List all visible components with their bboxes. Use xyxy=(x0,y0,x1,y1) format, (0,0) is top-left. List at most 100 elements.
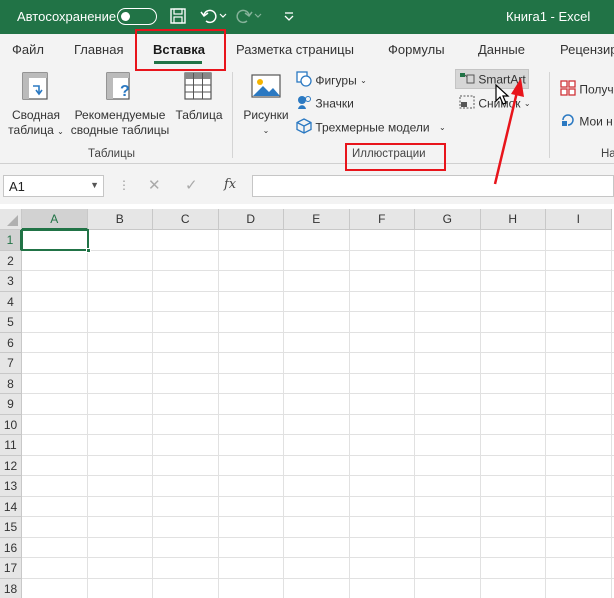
row-header[interactable]: 17 xyxy=(0,558,22,579)
row-header[interactable]: 16 xyxy=(0,537,22,558)
pivot-table-button[interactable]: Сводная таблица ⌄ xyxy=(8,108,64,139)
column-header[interactable]: H xyxy=(480,209,546,230)
drag-handle-icon[interactable]: ⋮ xyxy=(118,178,130,192)
icons-button[interactable]: Значки xyxy=(296,94,354,113)
customize-qat-icon[interactable] xyxy=(278,5,300,27)
row-header[interactable]: 11 xyxy=(0,435,22,456)
insert-function-icon[interactable]: fx xyxy=(224,177,236,192)
row-header[interactable]: 7 xyxy=(0,353,22,374)
column-header[interactable]: D xyxy=(218,209,284,230)
row-header[interactable]: 3 xyxy=(0,271,22,292)
row-header[interactable]: 10 xyxy=(0,414,22,435)
row-header[interactable]: 6 xyxy=(0,332,22,353)
highlight-box-insert-tab xyxy=(135,29,226,71)
row-header[interactable]: 18 xyxy=(0,578,22,598)
svg-text:?: ? xyxy=(120,83,130,100)
shapes-icon xyxy=(296,71,312,90)
grid-row-line xyxy=(22,434,614,435)
grid-row-line xyxy=(22,249,614,251)
table-button[interactable]: Таблица xyxy=(174,108,224,123)
row-header[interactable]: 5 xyxy=(0,312,22,333)
tab-formulas[interactable]: Формулы xyxy=(388,42,445,57)
tab-home[interactable]: Главная xyxy=(74,42,123,57)
grid-row-line xyxy=(22,393,614,394)
addins-store-icon xyxy=(560,80,576,99)
recommended-pivot-label-2: сводные таблицы xyxy=(70,123,170,137)
mouse-cursor-icon xyxy=(494,83,510,109)
3d-models-button[interactable]: Трехмерные модели ⌄ xyxy=(296,118,446,137)
grid-row-line xyxy=(22,495,614,497)
recommended-pivot-icon[interactable]: ? xyxy=(106,72,136,102)
tab-data[interactable]: Данные xyxy=(478,42,525,57)
column-header[interactable]: F xyxy=(349,209,415,230)
shapes-button[interactable]: Фигуры ⌄ xyxy=(296,71,367,90)
row-header[interactable]: 9 xyxy=(0,394,22,415)
pivot-table-label-1: Сводная xyxy=(11,108,61,122)
name-box-dropdown-icon[interactable]: ▼ xyxy=(90,180,99,190)
grid-row-line xyxy=(22,413,614,415)
get-addins-label: Получ xyxy=(579,82,614,97)
column-header[interactable]: A xyxy=(22,209,88,230)
tab-review[interactable]: Рецензир xyxy=(560,42,614,57)
select-all-corner[interactable] xyxy=(0,209,22,230)
screenshot-dropdown-icon: ⌄ xyxy=(523,99,531,108)
tab-page-layout[interactable]: Разметка страницы xyxy=(236,42,354,57)
ribbon: Сводная таблица ⌄ ? Рекомендуемые сводны… xyxy=(0,66,614,164)
smartart-button[interactable]: SmartArt xyxy=(459,71,526,88)
document-title: Книга1 - Excel xyxy=(506,9,591,24)
icons-label: Значки xyxy=(315,96,354,111)
row-header[interactable]: 8 xyxy=(0,373,22,394)
row-header[interactable]: 1 xyxy=(0,230,22,251)
save-icon[interactable] xyxy=(167,5,189,27)
grid-row-line xyxy=(22,331,614,333)
row-header[interactable]: 13 xyxy=(0,476,22,497)
shapes-label: Фигуры xyxy=(315,73,357,88)
title-bar: Автосохранение Книга1 - Excel xyxy=(0,0,614,34)
cancel-icon[interactable]: ✕ xyxy=(148,176,161,194)
group-separator xyxy=(549,72,550,158)
pictures-button[interactable]: Рисунки ⌄ xyxy=(236,108,296,138)
shapes-dropdown-icon: ⌄ xyxy=(360,76,367,85)
pictures-icon[interactable] xyxy=(251,74,281,100)
grid-row-line xyxy=(22,372,614,374)
column-header[interactable]: C xyxy=(153,209,219,230)
recommended-pivot-button[interactable]: Рекомендуемые сводные таблицы xyxy=(66,108,174,138)
row-header[interactable]: 15 xyxy=(0,517,22,538)
autosave-toggle[interactable] xyxy=(117,8,157,25)
highlight-box-illustrations xyxy=(345,143,446,171)
column-header[interactable]: B xyxy=(87,209,153,230)
grid-row-line xyxy=(22,290,614,292)
table-icon[interactable] xyxy=(184,72,212,102)
get-addins-button[interactable]: Получ xyxy=(560,80,614,99)
grid-row-line xyxy=(22,475,614,476)
pivot-table-icon[interactable] xyxy=(22,72,48,102)
redo-dropdown-icon[interactable] xyxy=(252,5,264,27)
tables-group-label: Таблицы xyxy=(88,148,135,160)
toggle-knob xyxy=(121,11,130,21)
row-header[interactable]: 2 xyxy=(0,250,22,271)
my-addins-button[interactable]: Мои н xyxy=(560,112,613,131)
column-header[interactable]: E xyxy=(284,209,350,230)
ribbon-tabs: Файл Главная Вставка Разметка страницы Ф… xyxy=(0,34,614,66)
grid-row-line xyxy=(22,454,614,456)
formula-input[interactable] xyxy=(252,175,614,197)
formula-controls: ✕ ✓ fx xyxy=(138,175,250,197)
addins-group-label: На xyxy=(601,148,614,160)
undo-dropdown-icon[interactable] xyxy=(217,5,229,27)
selected-cell-a1[interactable] xyxy=(21,229,91,253)
column-header[interactable]: G xyxy=(415,209,481,230)
tab-file[interactable]: Файл xyxy=(12,42,44,57)
recommended-pivot-label-1: Рекомендуемые xyxy=(74,108,166,122)
row-header[interactable]: 14 xyxy=(0,496,22,517)
grid-row-line xyxy=(22,270,614,271)
column-header[interactable]: I xyxy=(546,209,612,230)
icons-icon xyxy=(296,94,312,113)
autosave-label: Автосохранение xyxy=(17,9,117,24)
grid-row-line xyxy=(22,577,614,579)
row-header[interactable]: 12 xyxy=(0,455,22,476)
name-box[interactable]: A1 ▼ xyxy=(3,175,104,197)
row-header[interactable]: 4 xyxy=(0,291,22,312)
fill-handle[interactable] xyxy=(86,248,91,253)
smartart-icon xyxy=(459,71,475,88)
enter-check-icon[interactable]: ✓ xyxy=(185,176,198,194)
